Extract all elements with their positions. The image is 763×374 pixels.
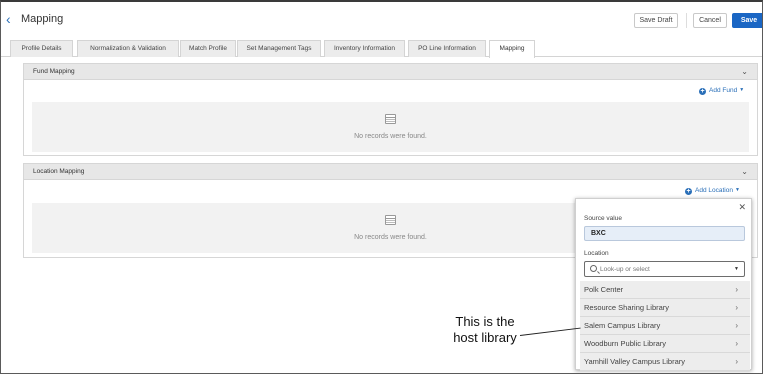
chevron-right-icon: › [735, 321, 738, 330]
tab-bar: Profile Details Normalization & Validati… [1, 40, 762, 58]
tab-mapping[interactable]: Mapping [489, 40, 535, 58]
tab-match-profile[interactable]: Match Profile [180, 40, 236, 57]
fund-empty-state: No records were found. [32, 102, 749, 152]
chevron-right-icon: › [735, 339, 738, 348]
list-item[interactable]: Polk Center › [580, 281, 750, 299]
option-label: Polk Center [584, 285, 624, 294]
location-select[interactable]: ▼ [584, 261, 745, 277]
location-mapping-title: Location Mapping [33, 168, 85, 175]
annotation-line-1: This is the [455, 314, 515, 329]
add-location-label: Add Location [695, 187, 733, 194]
fund-mapping-header[interactable]: Fund Mapping ⌄ [24, 64, 757, 80]
source-value-label: Source value [584, 215, 622, 222]
plus-circle-icon: + [699, 88, 706, 95]
fund-mapping-title: Fund Mapping [33, 68, 75, 75]
annotation-callout: This is the host library [447, 314, 523, 346]
location-options-list: Polk Center › Resource Sharing Library › S… [580, 281, 750, 371]
add-fund-label: Add Fund [709, 87, 738, 94]
divider [686, 13, 687, 28]
chevron-down-icon[interactable]: ⌄ [741, 67, 748, 76]
source-value-input[interactable] [584, 226, 745, 241]
tab-profile-details[interactable]: Profile Details [10, 40, 73, 57]
table-icon [385, 114, 396, 124]
chevron-down-icon[interactable]: ⌄ [741, 167, 748, 176]
caret-down-icon: ▼ [734, 187, 740, 193]
tab-inventory-information[interactable]: Inventory Information [324, 40, 405, 57]
location-label: Location [584, 250, 609, 257]
add-location-link[interactable]: + Add Location ▼ [685, 187, 740, 195]
empty-message: No records were found. [354, 133, 427, 140]
caret-down-icon: ▼ [739, 87, 745, 93]
option-label: Yamhill Valley Campus Library [584, 357, 686, 366]
tab-po-line-information[interactable]: PO Line Information [408, 40, 486, 57]
fund-mapping-panel: Fund Mapping ⌄ + Add Fund ▼ No records wer… [23, 63, 758, 156]
table-icon [385, 215, 396, 225]
option-label: Woodburn Public Library [584, 339, 666, 348]
chevron-left-icon[interactable]: ‹ [6, 12, 18, 26]
tab-set-management-tags[interactable]: Set Management Tags [237, 40, 321, 57]
page-title: Mapping [21, 13, 64, 25]
option-label: Salem Campus Library [584, 321, 661, 330]
plus-circle-icon: + [685, 188, 692, 195]
add-fund-link[interactable]: + Add Fund ▼ [699, 87, 744, 95]
location-mapping-header[interactable]: Location Mapping ⌄ [24, 164, 757, 180]
chevron-right-icon: › [735, 303, 738, 312]
save-draft-button[interactable]: Save Draft [634, 13, 678, 28]
annotation-pointer-line [519, 327, 581, 336]
chevron-right-icon: › [735, 357, 738, 366]
annotation-line-2: host library [453, 330, 517, 345]
option-label: Resource Sharing Library [584, 303, 670, 312]
tab-normalization-validation[interactable]: Normalization & Validation [77, 40, 179, 57]
list-item[interactable]: Woodburn Public Library › [580, 335, 750, 353]
header-bar: ‹ Mapping Save Draft Cancel Save [1, 2, 762, 38]
search-icon [590, 265, 597, 272]
app-window: ‹ Mapping Save Draft Cancel Save Profile… [0, 0, 763, 374]
list-item[interactable]: Yamhill Valley Campus Library › [580, 353, 750, 371]
location-search-input[interactable] [600, 264, 720, 275]
list-item[interactable]: Resource Sharing Library › [580, 299, 750, 317]
cancel-button[interactable]: Cancel [693, 13, 727, 28]
list-item[interactable]: Salem Campus Library › [580, 317, 750, 335]
save-button[interactable]: Save [732, 13, 762, 28]
close-icon[interactable]: ✕ [738, 202, 746, 213]
caret-down-icon[interactable]: ▼ [734, 266, 739, 272]
chevron-right-icon: › [735, 285, 738, 294]
